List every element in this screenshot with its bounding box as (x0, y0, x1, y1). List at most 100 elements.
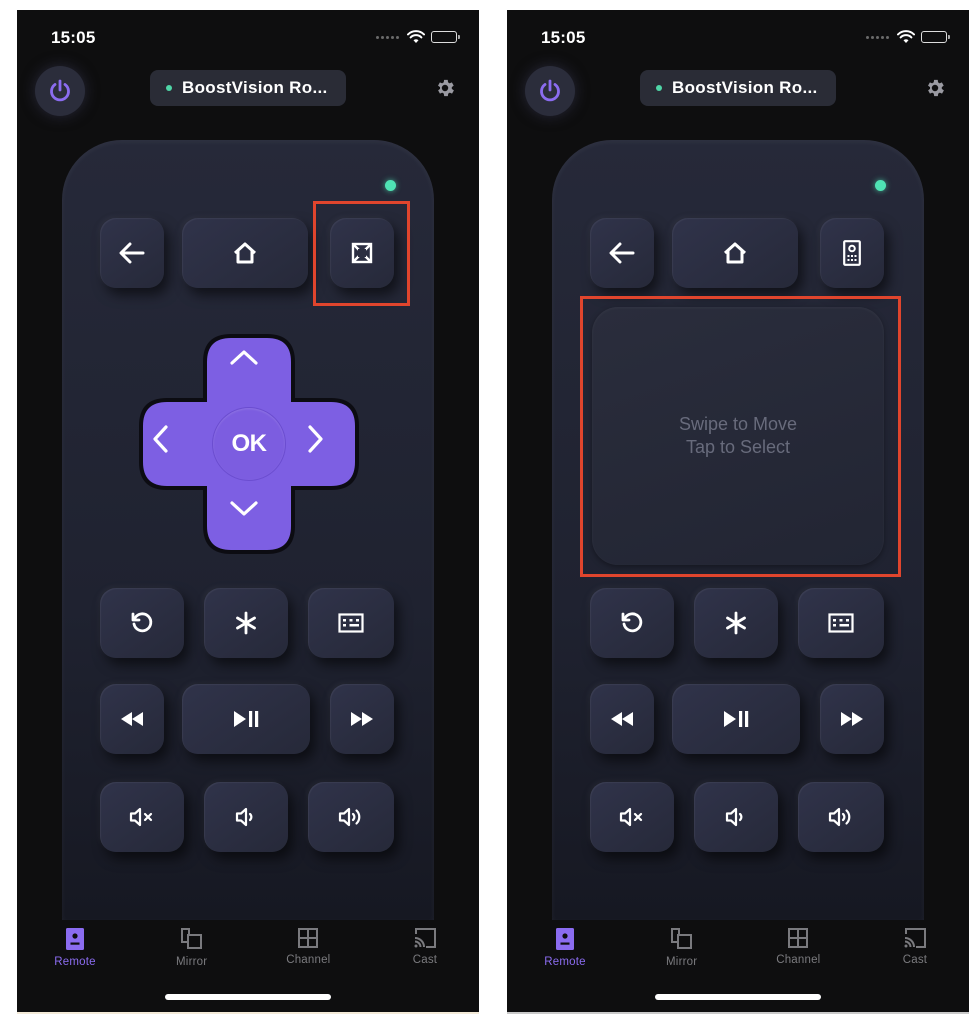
battery-icon (921, 31, 950, 43)
replay-button[interactable] (100, 588, 184, 658)
remote-icon (66, 928, 84, 950)
dpad-up-button[interactable] (229, 348, 269, 388)
tab-label: Remote (54, 956, 96, 968)
volume-down-button[interactable] (694, 782, 778, 852)
volume-up-button[interactable] (798, 782, 884, 852)
fast-forward-icon (841, 712, 863, 726)
connection-status-dot (656, 85, 662, 91)
keyboard-button[interactable] (798, 588, 884, 658)
replay-icon (621, 612, 643, 633)
channel-grid-icon (788, 928, 809, 948)
chevron-right-icon (308, 425, 323, 453)
settings-button[interactable] (923, 76, 947, 100)
volume-up-icon (338, 807, 361, 827)
cast-icon (904, 928, 926, 948)
fast-forward-button[interactable] (820, 684, 884, 754)
device-selector[interactable]: BoostVision Ro... (640, 70, 836, 106)
mirror-icon (670, 928, 692, 949)
power-button[interactable] (525, 66, 575, 116)
highlight-box (313, 201, 410, 306)
channel-grid-icon (298, 928, 319, 948)
gear-icon (438, 79, 454, 97)
status-time: 15:05 (51, 28, 96, 47)
tab-cast[interactable]: Cast (887, 920, 943, 980)
tab-bar: Remote Mirror Channel Cast (507, 920, 969, 980)
fast-forward-button[interactable] (330, 684, 394, 754)
tab-mirror[interactable]: Mirror (164, 920, 220, 980)
remote-icon (556, 928, 574, 950)
back-button[interactable] (590, 218, 654, 288)
volume-down-icon (235, 807, 253, 827)
volume-up-icon (828, 807, 851, 827)
signal-dots-icon (376, 35, 399, 39)
home-button[interactable] (672, 218, 798, 288)
gear-icon (928, 79, 944, 97)
rewind-button[interactable] (590, 684, 654, 754)
tab-cast[interactable]: Cast (397, 920, 453, 980)
tab-remote[interactable]: Remote (537, 920, 593, 980)
rewind-button[interactable] (100, 684, 164, 754)
remote-toggle-button[interactable] (820, 218, 884, 288)
status-time: 15:05 (541, 28, 586, 47)
chevron-up-icon (230, 350, 258, 365)
status-icons (376, 30, 460, 44)
tab-label: Cast (412, 954, 438, 966)
device-name: BoostVision Ro... (182, 78, 328, 97)
rewind-icon (121, 712, 143, 726)
tab-remote[interactable]: Remote (47, 920, 103, 980)
volume-mute-icon (619, 807, 643, 827)
tab-mirror[interactable]: Mirror (654, 920, 710, 980)
chevron-down-icon (230, 501, 258, 516)
phone-screen-dpad-mode: 15:05 BoostVision Ro... OK Remote Mirror… (17, 10, 479, 1012)
tab-label: Channel (776, 954, 821, 966)
keyboard-icon (828, 613, 854, 633)
signal-dots-icon (866, 35, 889, 39)
dpad: OK (135, 330, 363, 558)
tab-channel[interactable]: Channel (280, 920, 336, 980)
settings-button[interactable] (433, 76, 457, 100)
status-led (875, 180, 886, 191)
dpad-down-button[interactable] (229, 500, 269, 540)
play-pause-icon (724, 711, 749, 727)
replay-button[interactable] (590, 588, 674, 658)
keyboard-icon (338, 613, 364, 633)
home-icon (723, 242, 747, 264)
home-button[interactable] (182, 218, 308, 288)
tab-label: Channel (286, 954, 331, 966)
volume-mute-icon (129, 807, 153, 827)
home-indicator[interactable] (165, 994, 331, 1000)
mute-button[interactable] (590, 782, 674, 852)
home-icon (233, 242, 257, 264)
asterisk-icon (236, 611, 256, 635)
home-indicator[interactable] (655, 994, 821, 1000)
chevron-left-icon (153, 425, 168, 453)
back-button[interactable] (100, 218, 164, 288)
options-button[interactable] (694, 588, 778, 658)
power-icon (50, 79, 70, 102)
phone-screen-touchpad-mode: 15:05 BoostVision Ro... Swipe to Move Ta… (507, 10, 969, 1012)
connection-status-dot (166, 85, 172, 91)
replay-icon (131, 612, 153, 633)
power-button[interactable] (35, 66, 85, 116)
dpad-right-button[interactable] (307, 424, 347, 464)
dpad-left-button[interactable] (151, 424, 191, 464)
play-pause-button[interactable] (672, 684, 800, 754)
wifi-icon (407, 30, 425, 43)
tab-label: Mirror (666, 956, 698, 968)
device-selector[interactable]: BoostVision Ro... (150, 70, 346, 106)
tab-channel[interactable]: Channel (770, 920, 826, 980)
tab-label: Remote (544, 956, 586, 968)
tab-label: Cast (902, 954, 928, 966)
keyboard-button[interactable] (308, 588, 394, 658)
tab-bar: Remote Mirror Channel Cast (17, 920, 479, 980)
ok-button[interactable]: OK (213, 408, 285, 480)
volume-down-icon (725, 807, 743, 827)
play-pause-button[interactable] (182, 684, 310, 754)
mute-button[interactable] (100, 782, 184, 852)
highlight-box (580, 296, 901, 577)
options-button[interactable] (204, 588, 288, 658)
tab-label: Mirror (176, 956, 208, 968)
volume-down-button[interactable] (204, 782, 288, 852)
mirror-icon (180, 928, 202, 949)
volume-up-button[interactable] (308, 782, 394, 852)
